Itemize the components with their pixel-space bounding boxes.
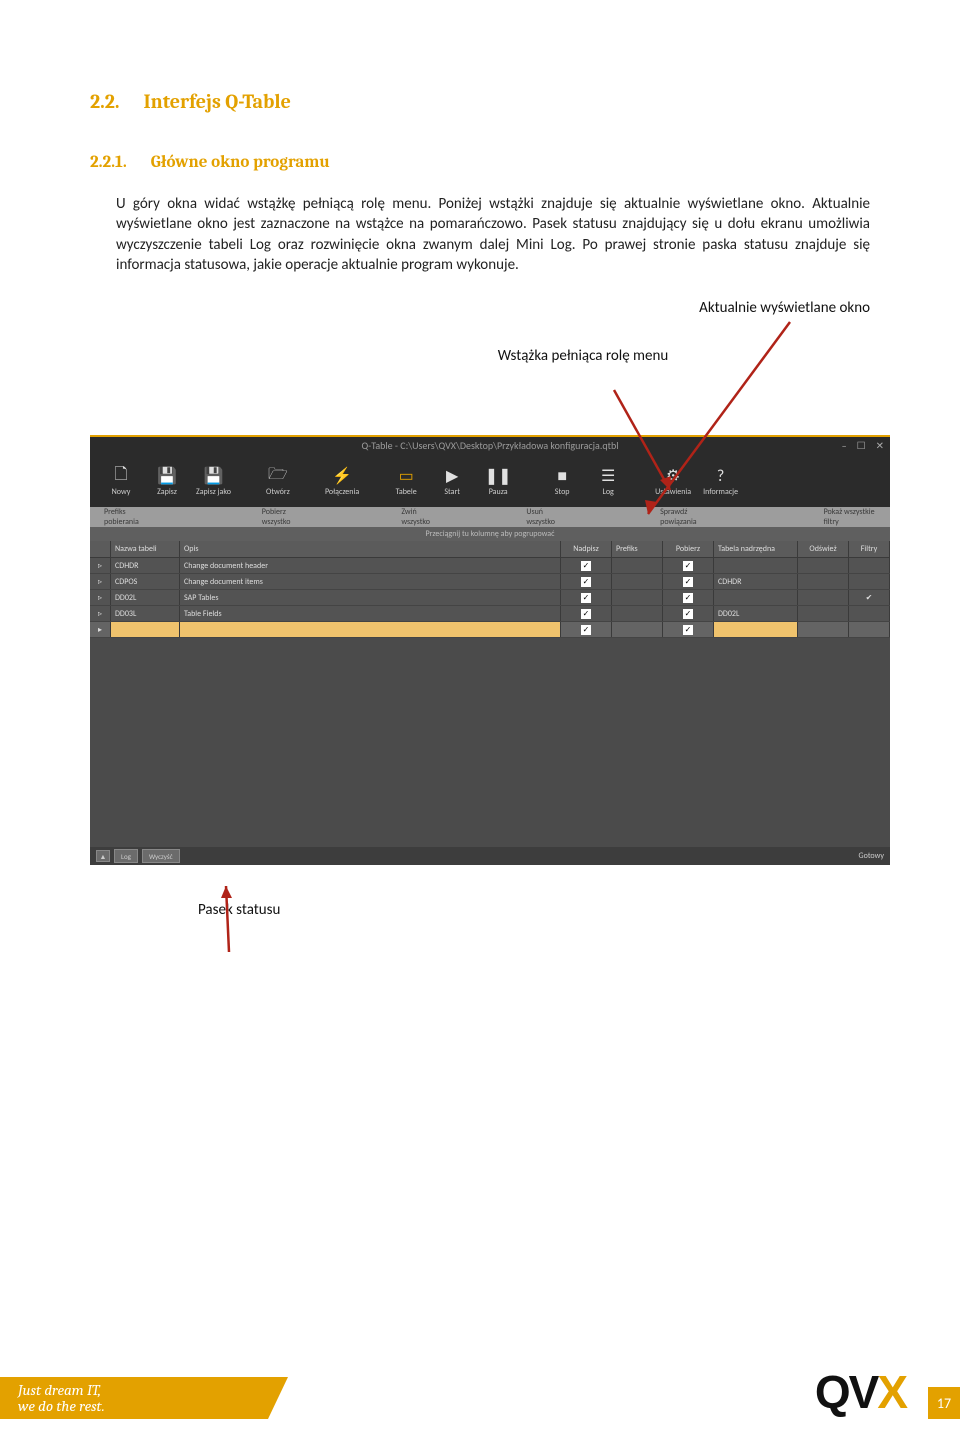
- ribbon-tabele[interactable]: ▭Tabele: [383, 465, 429, 497]
- cmd-prefiks-pobierania[interactable]: Prefiks pobierania: [90, 507, 163, 527]
- ribbon-otwórz[interactable]: 🗁Otwórz: [255, 465, 301, 497]
- ribbon-stop[interactable]: ■Stop: [539, 465, 585, 497]
- ribbon-informacje[interactable]: ?Informacje: [697, 465, 744, 497]
- close-button[interactable]: ✕: [876, 437, 884, 455]
- status-text: Gotowy: [859, 851, 884, 861]
- ribbon-nowy[interactable]: 🗋Nowy: [98, 465, 144, 497]
- expand-log-button[interactable]: ▲: [96, 850, 110, 862]
- page-number: 17: [928, 1387, 960, 1419]
- clear-button[interactable]: Wyczyść: [142, 849, 180, 863]
- minimize-button[interactable]: –: [842, 437, 847, 455]
- cmd-usuń-wszystko[interactable]: Usuń wszystko: [512, 507, 576, 527]
- table-row-new[interactable]: ▸ ✓ ✓: [90, 622, 890, 638]
- annotation-ribbon: Wstążka pełniąca rolę menu: [116, 347, 870, 365]
- ribbon-log[interactable]: ☰Log: [585, 465, 631, 497]
- ribbon-menu: 🗋Nowy💾Zapisz💾Zapisz jako 🗁Otwórz ⚡Połączen…: [90, 455, 890, 507]
- subsection-heading: 2.2.1.Główne okno programu: [90, 153, 870, 172]
- table-row[interactable]: ▹DD03LTable Fields✓✓DD02L: [90, 606, 890, 622]
- ribbon-pauza[interactable]: ❚❚Pauza: [475, 465, 521, 497]
- body-paragraph: U góry okna widać wstążkę pełniącą rolę …: [116, 194, 870, 275]
- footer-slogan: Just dream IT, we do the rest.: [0, 1377, 268, 1419]
- ribbon-start[interactable]: ▶Start: [429, 465, 475, 497]
- group-hint: Przeciągnij tu kolumnę aby pogrupować: [90, 527, 890, 541]
- app-screenshot: Q-Table - C:\Users\QVX\Desktop\Przykłado…: [90, 435, 890, 865]
- ribbon-połączenia[interactable]: ⚡Połączenia: [319, 465, 365, 497]
- annotation-statusbar: Pasek statusu: [198, 901, 870, 919]
- log-button[interactable]: Log: [114, 849, 138, 863]
- page-footer: Just dream IT, we do the rest. QVX 17: [0, 1365, 960, 1419]
- table-row[interactable]: ▹DD02LSAP Tables✓✓✔: [90, 590, 890, 606]
- cmd-zwiń-wszystko[interactable]: Zwiń wszystko: [387, 507, 450, 527]
- cmd-sprawdź-powiązania[interactable]: Sprawdź powiązania: [646, 507, 725, 527]
- cmd-pokaż-wszystkie-filtry[interactable]: Pokaż wszystkie filtry: [810, 507, 890, 527]
- cmd-pobierz-wszystko[interactable]: Pobierz wszystko: [248, 507, 318, 527]
- ribbon-zapisz[interactable]: 💾Zapisz: [144, 465, 190, 497]
- command-bar: Prefiks pobierania Pobierz wszystko Zwiń w…: [90, 507, 890, 527]
- qvx-logo: QVX: [815, 1365, 906, 1419]
- maximize-button[interactable]: ☐: [857, 437, 866, 455]
- table-row[interactable]: ▹CDPOSChange document items✓✓CDHDR: [90, 574, 890, 590]
- table-row[interactable]: ▹CDHDRChange document header✓✓: [90, 558, 890, 574]
- status-bar: ▲ Log Wyczyść Gotowy: [90, 847, 890, 865]
- table-header: Nazwa tabeli Opis Nadpisz Prefiks Pobier…: [90, 541, 890, 558]
- window-titlebar: Q-Table - C:\Users\QVX\Desktop\Przykłado…: [90, 437, 890, 455]
- ribbon-ustawienia[interactable]: ⚙Ustawienia: [649, 465, 697, 497]
- annotation-current-window: Aktualnie wyświetlane okno: [116, 299, 870, 317]
- section-heading: 2.2.Interfejs Q-Table: [90, 90, 870, 113]
- ribbon-zapisz-jako[interactable]: 💾Zapisz jako: [190, 465, 237, 497]
